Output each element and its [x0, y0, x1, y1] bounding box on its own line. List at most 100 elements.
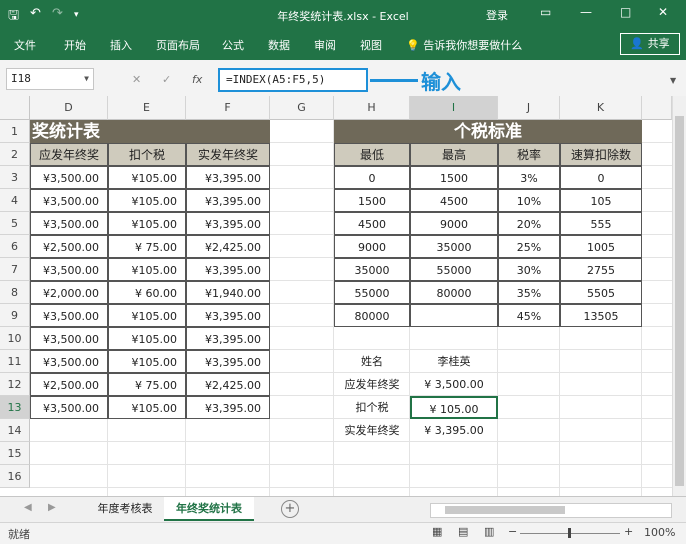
lookup-value[interactable]: ¥ 3,500.00 [410, 373, 498, 396]
column-header-e[interactable]: E [108, 96, 186, 120]
tab-formulas[interactable]: 公式 [222, 37, 244, 53]
left-table-cell[interactable]: ¥3,395.00 [186, 396, 270, 419]
left-table-cell[interactable]: ¥105.00 [108, 350, 186, 373]
left-table-cell[interactable]: ¥2,500.00 [30, 373, 108, 396]
tax-table-cell[interactable]: 4500 [334, 212, 410, 235]
tax-table-cell[interactable]: 105 [560, 189, 642, 212]
page-break-view-icon[interactable]: ▥ [484, 525, 494, 538]
tax-table-cell[interactable]: 30% [498, 258, 560, 281]
horizontal-scrollbar[interactable] [430, 503, 672, 518]
left-header-cell[interactable]: 应发年终奖 [30, 143, 108, 166]
tax-table-cell[interactable]: 1005 [560, 235, 642, 258]
left-table-cell[interactable]: ¥3,500.00 [30, 350, 108, 373]
tax-table-cell[interactable]: 4500 [410, 189, 498, 212]
normal-view-icon[interactable]: ▦ [432, 525, 442, 538]
tax-table-cell[interactable]: 55000 [334, 281, 410, 304]
left-table-cell[interactable]: ¥105.00 [108, 212, 186, 235]
tax-table-cell[interactable]: 10% [498, 189, 560, 212]
tax-header-cell[interactable]: 最低 [334, 143, 410, 166]
tax-table-cell[interactable]: 20% [498, 212, 560, 235]
left-table-cell[interactable]: ¥ 60.00 [108, 281, 186, 304]
zoom-out-icon[interactable]: − [508, 525, 517, 538]
spreadsheet-grid[interactable]: D E F G H I J K 1 2 3 4 5 6 7 8 9 10 11 12 13 14 15 16 奖统计表 个税标准应… [0, 96, 686, 496]
lookup-value[interactable]: 李桂英 [410, 350, 498, 373]
row-header-7[interactable]: 7 [0, 258, 30, 281]
tax-table-cell[interactable]: 80000 [410, 281, 498, 304]
row-header-12[interactable]: 12 [0, 373, 30, 396]
horizontal-scroll-thumb[interactable] [445, 506, 565, 514]
tab-page-layout[interactable]: 页面布局 [156, 37, 200, 53]
row-header-13[interactable]: 13 [0, 396, 30, 419]
row-header-11[interactable]: 11 [0, 350, 30, 373]
row-header-10[interactable]: 10 [0, 327, 30, 350]
tax-table-cell[interactable]: 35% [498, 281, 560, 304]
tab-review[interactable]: 审阅 [314, 37, 336, 53]
lookup-value[interactable]: ¥ 3,395.00 [410, 419, 498, 442]
left-table-cell[interactable]: ¥3,395.00 [186, 350, 270, 373]
left-table-cell[interactable]: ¥105.00 [108, 166, 186, 189]
lookup-label[interactable]: 应发年终奖 [334, 373, 410, 396]
tax-table-cell[interactable]: 3% [498, 166, 560, 189]
column-header-d[interactable]: D [30, 96, 108, 120]
left-table-cell[interactable]: ¥105.00 [108, 396, 186, 419]
cancel-icon[interactable]: ✕ [132, 73, 141, 86]
left-table-cell[interactable]: ¥2,425.00 [186, 373, 270, 396]
lookup-value[interactable]: ¥ 105.00 [410, 396, 498, 419]
left-header-cell[interactable]: 实发年终奖 [186, 143, 270, 166]
vertical-scrollbar[interactable] [672, 96, 686, 496]
chevron-down-icon[interactable]: ▼ [84, 69, 89, 89]
enter-icon[interactable]: ✓ [162, 73, 171, 86]
row-header-5[interactable]: 5 [0, 212, 30, 235]
left-table-cell[interactable]: ¥1,940.00 [186, 281, 270, 304]
left-table-cell[interactable]: ¥3,500.00 [30, 304, 108, 327]
prev-sheet-icon[interactable]: ◀ [24, 502, 32, 513]
tax-header-cell[interactable]: 速算扣除数 [560, 143, 642, 166]
tax-table-cell[interactable]: 80000 [334, 304, 410, 327]
column-header-f[interactable]: F [186, 96, 270, 120]
left-table-cell[interactable]: ¥2,000.00 [30, 281, 108, 304]
sheet-tab-annual-review[interactable]: 年度考核表 [86, 497, 164, 521]
column-header-h[interactable]: H [334, 96, 410, 120]
left-table-cell[interactable]: ¥105.00 [108, 258, 186, 281]
tax-table-cell[interactable] [410, 304, 498, 327]
row-header-1[interactable]: 1 [0, 120, 30, 143]
tab-data[interactable]: 数据 [268, 37, 290, 53]
tax-table-cell[interactable]: 35000 [410, 235, 498, 258]
tax-table-cell[interactable]: 1500 [334, 189, 410, 212]
left-table-cell[interactable]: ¥3,500.00 [30, 189, 108, 212]
expand-formula-icon[interactable]: ▼ [670, 76, 676, 85]
insert-function-icon[interactable]: fx [192, 73, 202, 86]
left-table-cell[interactable]: ¥105.00 [108, 304, 186, 327]
column-header-j[interactable]: J [498, 96, 560, 120]
left-table-cell[interactable]: ¥3,395.00 [186, 212, 270, 235]
row-header-6[interactable]: 6 [0, 235, 30, 258]
login-link[interactable]: 登录 [486, 7, 508, 23]
tab-insert[interactable]: 插入 [110, 37, 132, 53]
zoom-slider-knob[interactable] [568, 528, 571, 538]
left-table-cell[interactable]: ¥ 75.00 [108, 235, 186, 258]
left-table-cell[interactable]: ¥3,395.00 [186, 189, 270, 212]
next-sheet-icon[interactable]: ▶ [48, 502, 56, 513]
row-header-15[interactable]: 15 [0, 442, 30, 465]
tell-me-search[interactable]: 💡 告诉我你想要做什么 [406, 37, 522, 53]
left-table-cell[interactable]: ¥2,425.00 [186, 235, 270, 258]
left-table-cell[interactable]: ¥105.00 [108, 327, 186, 350]
left-table-cell[interactable]: ¥3,500.00 [30, 396, 108, 419]
tax-header-cell[interactable]: 最高 [410, 143, 498, 166]
column-header-k[interactable]: K [560, 96, 642, 120]
left-header-cell[interactable]: 扣个税 [108, 143, 186, 166]
row-header-4[interactable]: 4 [0, 189, 30, 212]
tab-file[interactable]: 文件 [14, 37, 36, 53]
row-header-16[interactable]: 16 [0, 465, 30, 488]
tax-table-cell[interactable]: 0 [334, 166, 410, 189]
minimize-icon[interactable]: — [580, 5, 592, 19]
tab-home[interactable]: 开始 [64, 37, 86, 53]
zoom-in-icon[interactable]: + [624, 525, 633, 538]
tax-table-cell[interactable]: 45% [498, 304, 560, 327]
row-header-14[interactable]: 14 [0, 419, 30, 442]
maximize-icon[interactable]: □ [620, 5, 631, 19]
column-header-g[interactable]: G [270, 96, 334, 120]
column-header-i[interactable]: I [410, 96, 498, 120]
name-box[interactable]: I18 ▼ [6, 68, 94, 90]
lookup-label[interactable]: 扣个税 [334, 396, 410, 419]
